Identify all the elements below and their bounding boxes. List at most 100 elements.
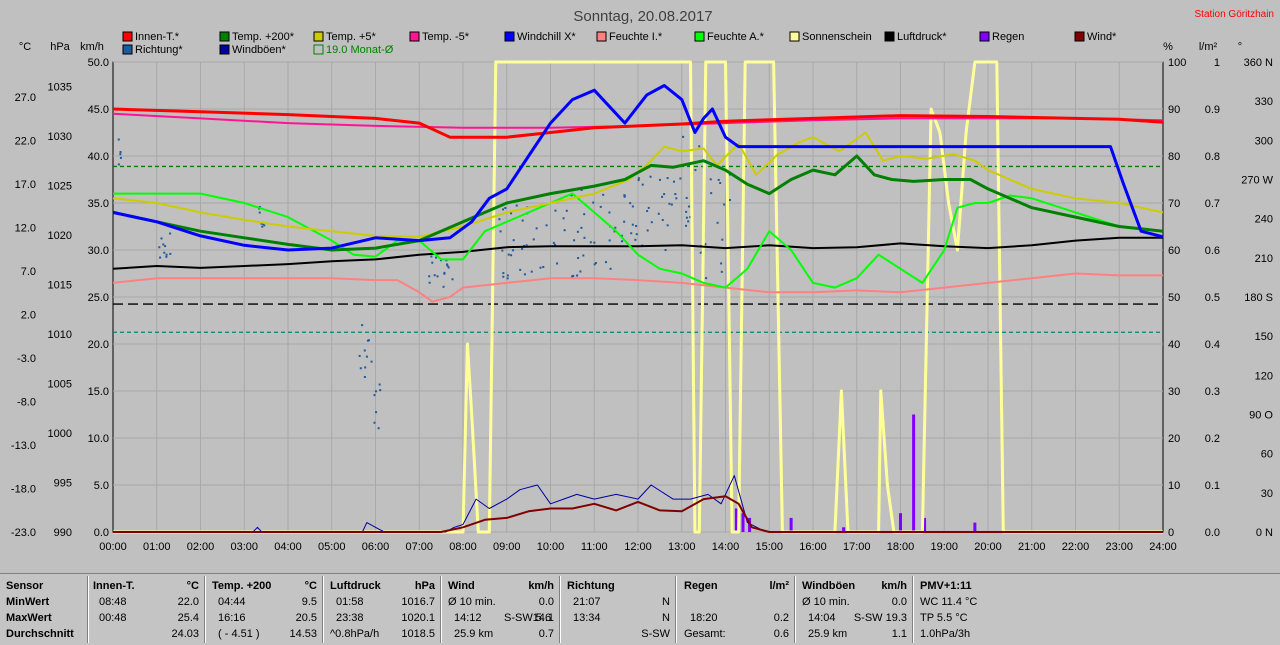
tick-label-direction: 210	[1255, 253, 1273, 265]
direction-point	[685, 224, 688, 227]
direction-point	[685, 196, 688, 199]
tick-label-direction: 240	[1255, 214, 1273, 226]
stats-panel: Sensor MinWert MaxWert Durchschnitt Inne…	[0, 573, 1280, 645]
rain-bar	[899, 513, 902, 532]
stats-temp200: Temp. +200 °C 04:44 9.5 16:16 20.5 ( - 4.51…	[212, 578, 317, 642]
tick-label-percent: 80	[1168, 151, 1180, 163]
tick-label-rain-lm2: 0.5	[1205, 292, 1220, 304]
weather-dashboard: { "title": "Sonntag, 20.08.2017", "stati…	[0, 0, 1280, 645]
direction-point	[158, 246, 161, 249]
stats-temp200-avg-note: ( - 4.51 )	[218, 628, 260, 640]
tick-label-x: 03:00	[230, 541, 258, 553]
direction-point	[498, 218, 501, 221]
direction-point	[365, 355, 368, 358]
unit-lm2: l/m²	[1199, 41, 1218, 53]
legend-label: Innen-T.*	[135, 31, 180, 43]
plot-area	[112, 60, 1164, 534]
direction-point	[565, 209, 568, 212]
legend-label: Temp. -5*	[422, 31, 470, 43]
tick-label-x: 15:00	[755, 541, 783, 553]
stats-innen-min-value: 22.0	[177, 596, 199, 608]
direction-point	[576, 230, 579, 233]
stats-innen-min-time: 08:48	[99, 596, 127, 608]
stats-luftdruck-min-value: 1016.7	[401, 596, 435, 608]
direction-point	[502, 272, 505, 275]
direction-point	[631, 223, 634, 226]
tick-label-x: 13:00	[668, 541, 696, 553]
legend-swatch-icon	[1074, 31, 1085, 42]
legend-swatch-icon	[409, 31, 420, 42]
stats-pmv-trend: 1.0hPa/3h	[920, 628, 971, 640]
legend-label: Wind*	[1087, 31, 1117, 43]
stats-pmv: PMV+1:11 WC 11.4 °C TP 5.5 °C 1.0hPa/3h	[920, 578, 1020, 642]
direction-point	[160, 237, 163, 240]
direction-point	[361, 324, 364, 327]
direction-point	[609, 267, 612, 270]
direction-point	[602, 193, 605, 196]
direction-point	[582, 254, 585, 257]
tick-label-direction: 180 S	[1244, 292, 1273, 304]
direction-point	[436, 275, 439, 278]
direction-point	[510, 254, 513, 257]
tick-label-direction: 150	[1255, 331, 1273, 343]
direction-point	[523, 273, 526, 276]
direction-point	[720, 270, 723, 273]
direction-point	[159, 256, 162, 259]
tick-label-pressure-hpa: 1015	[48, 280, 72, 292]
tick-label-direction: 270 W	[1241, 175, 1273, 187]
direction-point	[442, 285, 445, 288]
direction-point	[608, 239, 611, 242]
direction-point	[668, 202, 671, 205]
tick-label-x: 19:00	[930, 541, 958, 553]
tick-label-percent: 20	[1168, 433, 1180, 445]
direction-point	[710, 192, 713, 195]
stats-temp200-avg-value: 14.53	[289, 628, 317, 640]
unit-degree: °	[1238, 41, 1242, 53]
direction-point	[717, 178, 720, 181]
direction-point	[261, 225, 264, 228]
chart-title: Sonntag, 20.08.2017	[573, 8, 712, 25]
direction-point	[364, 366, 367, 369]
tick-label-percent: 60	[1168, 245, 1180, 257]
tick-label-pressure-hpa: 1025	[48, 181, 72, 193]
direction-point	[709, 178, 712, 181]
direction-point	[501, 249, 504, 252]
tick-label-x: 09:00	[493, 541, 521, 553]
legend-swatch-icon	[122, 44, 133, 55]
tick-label-x: 18:00	[887, 541, 915, 553]
tick-label-x: 02:00	[187, 541, 215, 553]
stats-wind-distance: 25.9 km	[454, 628, 494, 640]
direction-point	[646, 229, 649, 232]
tick-label-x: 16:00	[799, 541, 827, 553]
stats-regen-title: Regen	[684, 580, 718, 592]
tick-label-temp-c: 12.0	[15, 222, 36, 234]
direction-point	[431, 261, 434, 264]
tick-label-temp-c: -13.0	[11, 440, 36, 452]
tick-label-temp-c: 22.0	[15, 135, 36, 147]
direction-point	[637, 179, 640, 182]
legend-swatch-icon	[219, 31, 230, 42]
direction-point	[589, 241, 592, 244]
direction-point	[635, 225, 638, 228]
stats-wind: Wind km/h Ø 10 min. 0.0 14:12 S-SW 5.6 14.1 …	[448, 578, 554, 642]
tick-label-rain-lm2: 0.1	[1205, 480, 1220, 492]
direction-point	[623, 220, 626, 223]
direction-point	[554, 209, 557, 212]
direction-point	[373, 394, 376, 397]
legend-swatch-icon	[504, 31, 515, 42]
stats-richtung-min-time: 21:07	[573, 596, 601, 608]
direction-point	[506, 277, 509, 280]
stats-richtung: Richtung 21:07 N 13:34 N S-SW	[567, 578, 670, 642]
legend-label: Luftdruck*	[897, 31, 947, 43]
tick-label-wind-kmh: 50.0	[88, 57, 109, 69]
direction-point	[634, 238, 637, 241]
stats-windboeen-unit: km/h	[881, 580, 907, 592]
direction-point	[599, 205, 602, 208]
tick-label-percent: 100	[1168, 57, 1186, 69]
tick-label-x: 11:00	[581, 541, 608, 553]
stats-temp200-max-time: 16:16	[218, 612, 246, 624]
direction-point	[579, 270, 582, 273]
direction-point	[641, 183, 644, 186]
direction-point	[446, 264, 449, 267]
stats-luftdruck-max-time: 23:38	[336, 612, 364, 624]
